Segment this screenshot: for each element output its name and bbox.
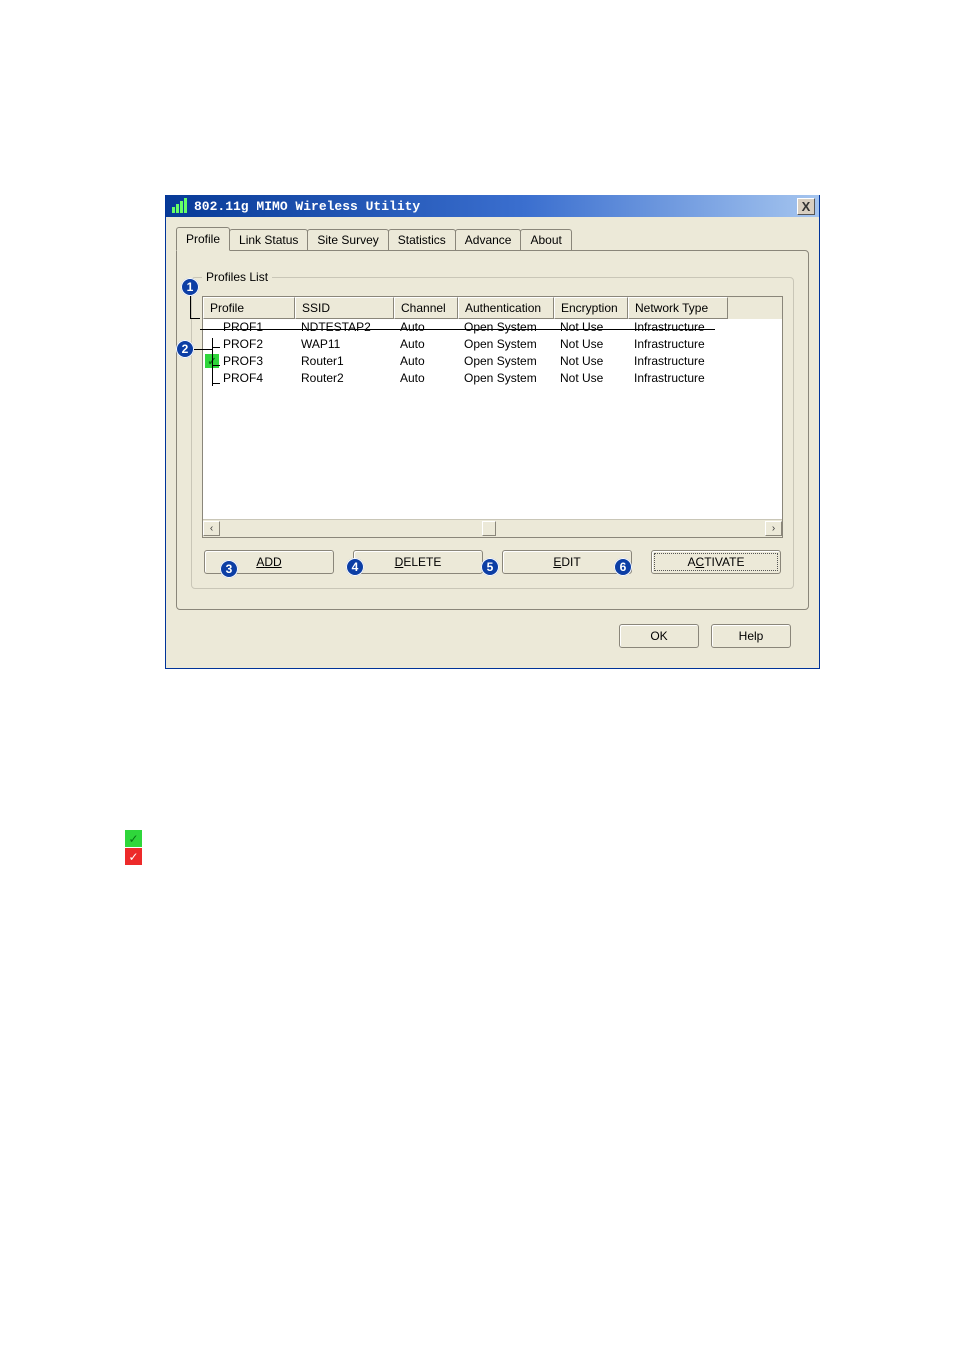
activate-label: ACTIVATE xyxy=(688,555,745,569)
edit-button[interactable]: EDIT xyxy=(502,550,632,574)
tabstrip: Profile Link Status Site Survey Statisti… xyxy=(176,227,809,251)
legend-check-red-icon xyxy=(125,848,142,865)
table-row[interactable]: PROF1 NDTESTAP2 Auto Open System Not Use… xyxy=(203,319,782,336)
cell-auth: Open System xyxy=(458,319,554,336)
cell-auth: Open System xyxy=(458,353,554,370)
listview-header: Profile SSID Channel Authentication Encr… xyxy=(203,297,782,319)
tab-site-survey[interactable]: Site Survey xyxy=(307,229,388,251)
table-row[interactable]: PROF3 Router1 Auto Open System Not Use I… xyxy=(203,353,782,370)
cell-nettype: Infrastructure xyxy=(628,353,728,370)
wireless-utility-window: 802.11g MIMO Wireless Utility X Profile … xyxy=(165,195,820,669)
tab-advance[interactable]: Advance xyxy=(455,229,522,251)
cell-channel: Auto xyxy=(394,319,458,336)
group-label: Profiles List xyxy=(202,270,272,284)
col-profile[interactable]: Profile xyxy=(203,297,295,319)
cell-ssid: WAP11 xyxy=(295,336,394,353)
tab-about[interactable]: About xyxy=(520,229,571,251)
cell-ssid: NDTESTAP2 xyxy=(295,319,394,336)
tab-link-status[interactable]: Link Status xyxy=(229,229,308,251)
profile-buttons-row: ADD DELETE EDIT ACTIVATE xyxy=(202,550,783,574)
col-ssid[interactable]: SSID xyxy=(295,297,394,319)
profiles-listview[interactable]: Profile SSID Channel Authentication Encr… xyxy=(202,296,783,538)
tab-profile[interactable]: Profile xyxy=(176,227,230,251)
listview-body: PROF1 NDTESTAP2 Auto Open System Not Use… xyxy=(203,319,782,519)
cell-channel: Auto xyxy=(394,336,458,353)
cell-profile: PROF2 xyxy=(223,337,263,351)
cell-channel: Auto xyxy=(394,353,458,370)
cell-profile: PROF1 xyxy=(223,320,263,334)
delete-label: DELETE xyxy=(395,555,442,569)
cell-nettype: Infrastructure xyxy=(628,370,728,387)
edit-label: EDIT xyxy=(553,555,580,569)
cell-encryption: Not Use xyxy=(554,319,628,336)
activate-button[interactable]: ACTIVATE xyxy=(651,550,781,574)
delete-button[interactable]: DELETE xyxy=(353,550,483,574)
profiles-list-group: Profiles List Profile SSID Channel Authe… xyxy=(191,277,794,589)
cell-ssid: Router2 xyxy=(295,370,394,387)
add-label: ADD xyxy=(256,555,281,569)
cell-profile: PROF4 xyxy=(223,371,263,385)
client-area: Profile Link Status Site Survey Statisti… xyxy=(166,217,819,668)
table-row[interactable]: PROF4 Router2 Auto Open System Not Use I… xyxy=(203,370,782,387)
cell-auth: Open System xyxy=(458,370,554,387)
cell-encryption: Not Use xyxy=(554,353,628,370)
col-nettype[interactable]: Network Type xyxy=(628,297,728,319)
active-check-icon xyxy=(205,354,219,368)
window-title: 802.11g MIMO Wireless Utility xyxy=(194,199,797,214)
title-bar: 802.11g MIMO Wireless Utility X xyxy=(166,195,819,217)
cell-channel: Auto xyxy=(394,370,458,387)
tab-statistics[interactable]: Statistics xyxy=(388,229,456,251)
close-button[interactable]: X xyxy=(797,198,815,215)
cell-nettype: Infrastructure xyxy=(628,319,728,336)
col-encryption[interactable]: Encryption xyxy=(554,297,628,319)
scroll-left-icon[interactable]: ‹ xyxy=(203,521,220,536)
tab-page-profile: Profiles List Profile SSID Channel Authe… xyxy=(176,250,809,610)
cell-encryption: Not Use xyxy=(554,370,628,387)
cell-ssid: Router1 xyxy=(295,353,394,370)
legend-check-green-icon xyxy=(125,830,142,847)
col-auth[interactable]: Authentication xyxy=(458,297,554,319)
table-row[interactable]: PROF2 WAP11 Auto Open System Not Use Inf… xyxy=(203,336,782,353)
cell-nettype: Infrastructure xyxy=(628,336,728,353)
signal-bars-icon xyxy=(172,198,188,214)
add-button[interactable]: ADD xyxy=(204,550,334,574)
cell-profile: PROF3 xyxy=(223,354,263,368)
ok-button[interactable]: OK xyxy=(619,624,699,648)
hscrollbar[interactable]: ‹ › xyxy=(203,519,782,537)
dialog-buttons: OK Help xyxy=(176,610,809,656)
scroll-track[interactable] xyxy=(220,521,765,536)
help-button[interactable]: Help xyxy=(711,624,791,648)
cell-encryption: Not Use xyxy=(554,336,628,353)
scroll-right-icon[interactable]: › xyxy=(765,521,782,536)
scroll-thumb[interactable] xyxy=(482,521,496,536)
col-channel[interactable]: Channel xyxy=(394,297,458,319)
cell-auth: Open System xyxy=(458,336,554,353)
